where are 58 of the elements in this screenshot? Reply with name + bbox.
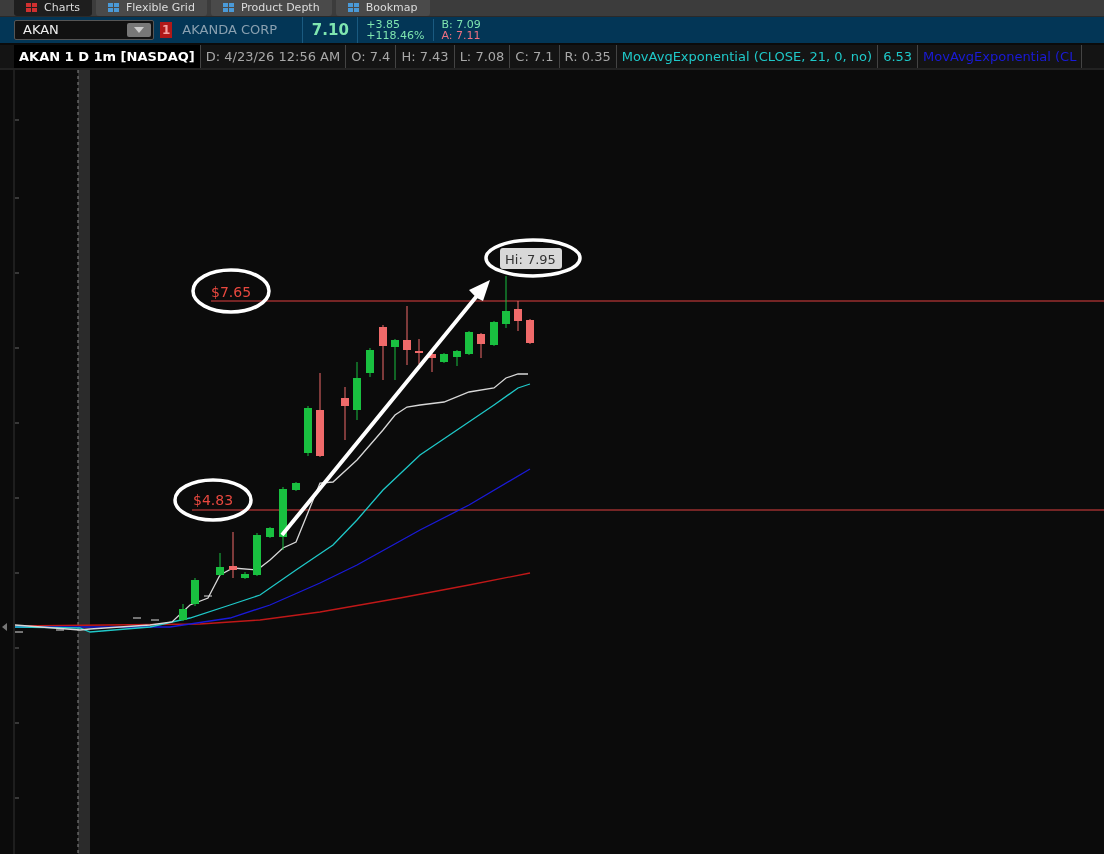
caret-icon [134,26,144,33]
grid-icon [347,2,360,13]
candlestick [191,577,199,607]
arrow-left-icon [2,623,7,631]
candlestick [477,332,485,359]
ohlc-value: H: 7.43 [396,44,455,68]
candlestick [391,338,399,381]
candlestick [229,531,237,579]
candlestick [341,386,349,441]
window-tab[interactable]: Product Depth [210,0,332,16]
candlestick [453,349,461,367]
candlestick [279,486,287,551]
ohlc-value: R: 0.35 [559,44,617,68]
ohlc-value: L: 7.08 [454,44,511,68]
candlestick [353,361,361,421]
candlestick [203,595,213,597]
symbol-field[interactable]: AKAN [14,19,154,40]
candlestick [440,352,448,364]
dropdown-button[interactable] [127,22,151,37]
ohlc-value: O: 7.4 [346,44,397,68]
window-tab[interactable]: Charts [14,0,92,16]
candlestick [179,603,187,622]
last-price: 7.10 [303,16,359,43]
window-tab[interactable]: Flexible Grid [95,0,207,16]
candlestick [366,347,374,378]
ohlc-value: C: 7.1 [510,44,560,68]
candlestick [292,481,300,492]
candlestick [514,300,522,332]
candlestick [216,552,224,577]
circled-price-label: $4.83 [173,478,253,522]
high-price-label: Hi: 7.95 [484,238,582,278]
net-change: +3.85 [366,18,402,30]
candlestick [490,320,498,347]
ohlc-value: D: 4/23/26 12:56 AM [200,44,347,68]
candlestick [55,629,65,631]
candlestick [526,318,534,345]
candlestick [304,405,312,457]
window-tab[interactable]: Bookmap [335,0,430,16]
candlestick [415,338,423,365]
candlestick [14,631,24,633]
candlestick [266,526,274,539]
percent-change: +118.46% [366,29,425,41]
candlestick [253,532,261,577]
candlestick [403,305,411,366]
chart-title: AKAN 1 D 1m [NASDAQ] [14,44,201,68]
candlestick [502,275,510,329]
candlestick [379,324,387,381]
grid-icon [107,2,120,13]
study-label[interactable]: MovAvgExponential (CLOSE, 21, 0, no) [616,44,879,68]
circled-price-label: $7.65 [191,268,271,314]
candlestick [241,571,249,580]
company-name: AKANDA CORP [182,16,304,43]
ask-price: A: 7.11 [441,29,481,41]
candlestick [465,330,473,356]
grid-icon [26,2,38,13]
grid-icon [222,2,235,13]
bid-price: B: 7.09 [441,18,481,30]
study-value: 6.53 [878,44,919,68]
